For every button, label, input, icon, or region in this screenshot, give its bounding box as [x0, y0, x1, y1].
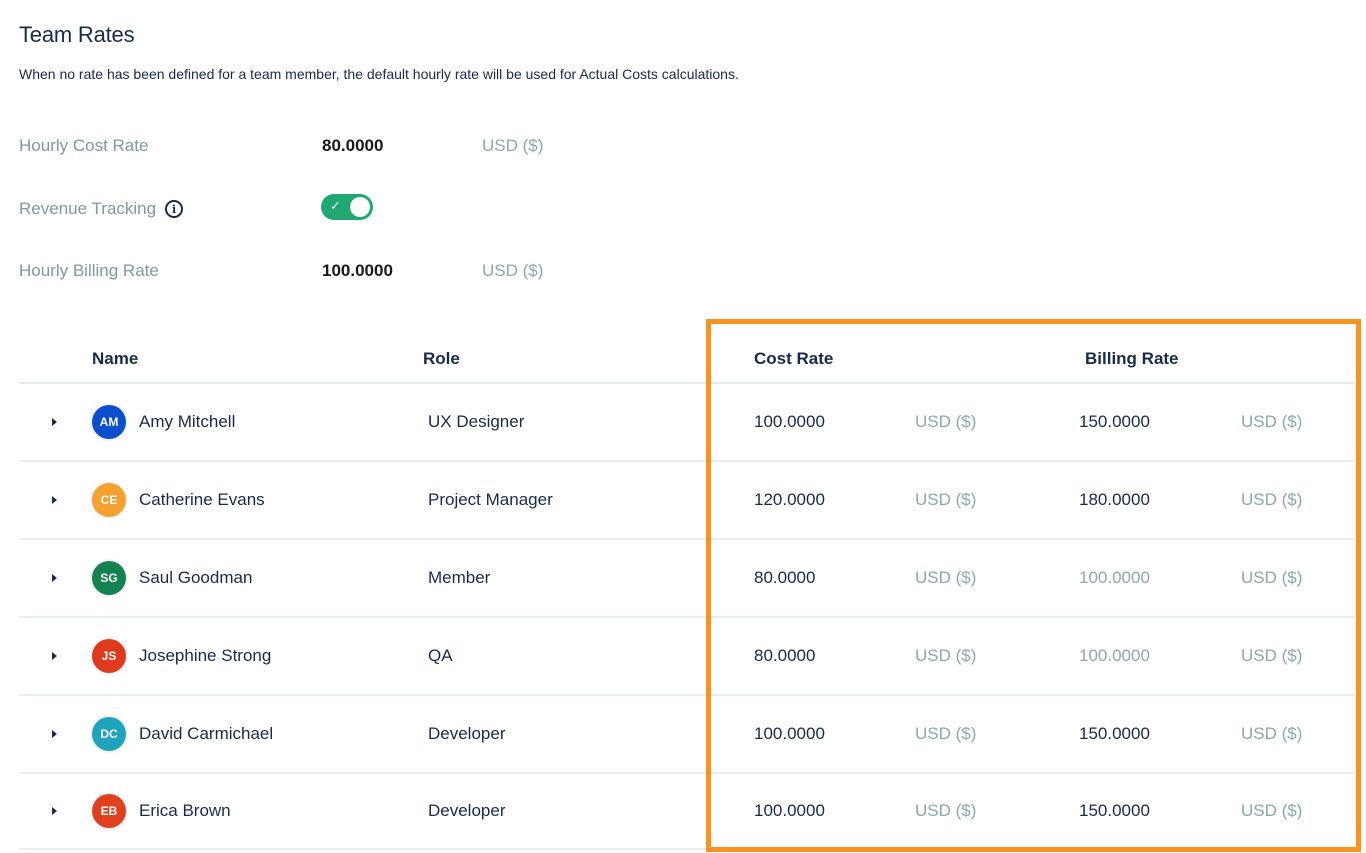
member-name: Josephine Strong	[139, 646, 272, 665]
column-header-billing-rate[interactable]: Billing Rate	[1085, 349, 1179, 369]
expand-caret-icon[interactable]	[52, 496, 57, 504]
member-role: QA	[428, 646, 453, 665]
billing-rate-currency: USD ($)	[1241, 490, 1303, 509]
expand-caret-icon[interactable]	[52, 730, 57, 738]
billing-rate-value[interactable]: 100.0000	[1079, 568, 1150, 588]
expand-caret-icon[interactable]	[52, 418, 57, 426]
hourly-billing-rate-label: Hourly Billing Rate	[19, 261, 159, 280]
column-header-name[interactable]: Name	[92, 349, 138, 369]
cost-rate-value[interactable]: 100.0000	[754, 724, 825, 744]
avatar: JS	[92, 639, 126, 673]
expand-caret-icon[interactable]	[52, 807, 57, 815]
cost-rate-value[interactable]: 80.0000	[754, 568, 815, 588]
table-row[interactable]: AM Amy Mitchell UX Designer 100.0000 USD…	[19, 384, 1355, 462]
cost-rate-currency: USD ($)	[915, 412, 977, 431]
avatar-initials: DC	[100, 727, 118, 741]
hourly-billing-rate-currency: USD ($)	[482, 261, 544, 280]
billing-rate-currency: USD ($)	[1241, 646, 1303, 665]
avatar-initials: SG	[100, 571, 118, 585]
cost-rate-value[interactable]: 100.0000	[754, 412, 825, 432]
billing-rate-currency: USD ($)	[1241, 801, 1303, 820]
hourly-cost-rate-label: Hourly Cost Rate	[19, 136, 149, 155]
cost-rate-value[interactable]: 80.0000	[754, 646, 815, 666]
hourly-billing-rate-value[interactable]: 100.0000	[322, 261, 393, 281]
revenue-tracking-label-group: Revenue Tracking i	[19, 199, 184, 219]
column-header-role[interactable]: Role	[423, 349, 460, 369]
billing-rate-value[interactable]: 180.0000	[1079, 490, 1150, 510]
team-rates-table: Name Role Cost Rate Billing Rate AM Amy …	[19, 334, 1355, 850]
info-icon[interactable]: i	[165, 200, 184, 218]
billing-rate-value[interactable]: 150.0000	[1079, 801, 1150, 821]
member-name: Erica Brown	[139, 801, 231, 820]
avatar-initials: EB	[100, 804, 118, 818]
page-description: When no rate has been defined for a team…	[19, 66, 739, 82]
billing-rate-currency: USD ($)	[1241, 412, 1303, 431]
expand-caret-icon[interactable]	[52, 652, 57, 660]
billing-rate-currency: USD ($)	[1241, 568, 1303, 587]
cost-rate-value[interactable]: 120.0000	[754, 490, 825, 510]
expand-caret-icon[interactable]	[52, 574, 57, 582]
hourly-cost-rate-value[interactable]: 80.0000	[322, 136, 383, 156]
avatar: AM	[92, 405, 126, 439]
table-header: Name Role Cost Rate Billing Rate	[19, 334, 1355, 384]
member-name: Saul Goodman	[139, 568, 253, 587]
toggle-knob	[350, 197, 370, 217]
avatar: SG	[92, 561, 126, 595]
member-name: David Carmichael	[139, 724, 274, 743]
cost-rate-currency: USD ($)	[915, 490, 977, 509]
table-row[interactable]: EB Erica Brown Developer 100.0000 USD ($…	[19, 774, 1355, 850]
member-role: Member	[428, 568, 491, 587]
hourly-cost-rate-currency: USD ($)	[482, 136, 544, 155]
avatar: DC	[92, 717, 126, 751]
billing-rate-value[interactable]: 100.0000	[1079, 646, 1150, 666]
avatar-initials: CE	[100, 493, 118, 507]
table-row[interactable]: SG Saul Goodman Member 80.0000 USD ($) 1…	[19, 540, 1355, 618]
revenue-tracking-label: Revenue Tracking	[19, 199, 157, 218]
table-row[interactable]: CE Catherine Evans Project Manager 120.0…	[19, 462, 1355, 540]
member-role: Developer	[428, 801, 506, 820]
member-name: Catherine Evans	[139, 490, 265, 509]
cost-rate-currency: USD ($)	[915, 724, 977, 743]
billing-rate-currency: USD ($)	[1241, 724, 1303, 743]
billing-rate-value[interactable]: 150.0000	[1079, 724, 1150, 744]
avatar-initials: JS	[101, 649, 117, 663]
member-role: Project Manager	[428, 490, 553, 509]
cost-rate-currency: USD ($)	[915, 646, 977, 665]
table-row[interactable]: DC David Carmichael Developer 100.0000 U…	[19, 696, 1355, 774]
team-rates-page: Team Rates When no rate has been defined…	[0, 0, 1366, 853]
member-role: Developer	[428, 724, 506, 743]
member-role: UX Designer	[428, 412, 525, 431]
column-header-cost-rate[interactable]: Cost Rate	[754, 349, 833, 369]
cost-rate-currency: USD ($)	[915, 801, 977, 820]
table-row[interactable]: JS Josephine Strong QA 80.0000 USD ($) 1…	[19, 618, 1355, 696]
member-name: Amy Mitchell	[139, 412, 236, 431]
revenue-tracking-toggle[interactable]: ✓	[321, 194, 373, 220]
avatar: CE	[92, 483, 126, 517]
billing-rate-value[interactable]: 150.0000	[1079, 412, 1150, 432]
table-body: AM Amy Mitchell UX Designer 100.0000 USD…	[19, 384, 1355, 850]
cost-rate-currency: USD ($)	[915, 568, 977, 587]
cost-rate-value[interactable]: 100.0000	[754, 801, 825, 821]
check-icon: ✓	[330, 198, 341, 213]
avatar: EB	[92, 794, 126, 828]
avatar-initials: AM	[99, 415, 119, 429]
page-title: Team Rates	[19, 22, 135, 47]
